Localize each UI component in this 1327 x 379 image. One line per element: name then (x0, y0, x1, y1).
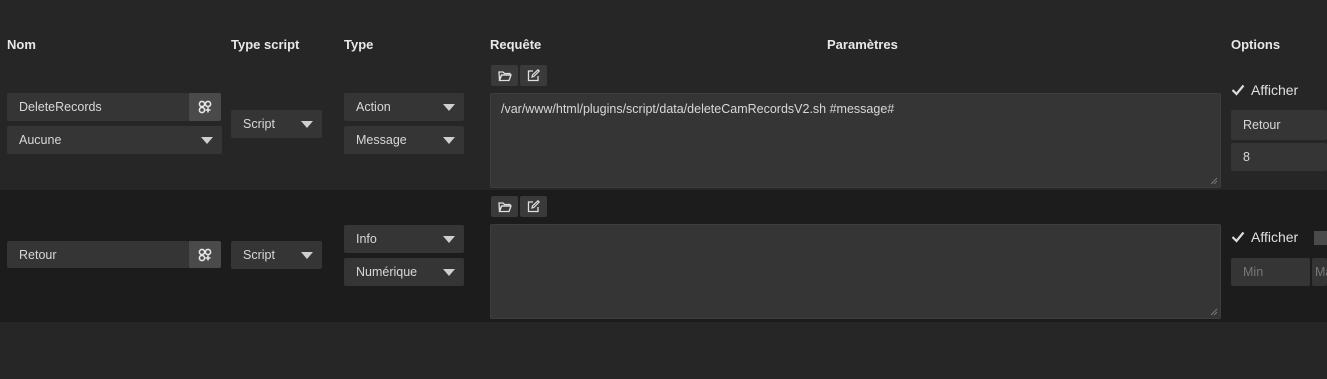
subtype-text: Numérique (356, 265, 418, 279)
request-textarea[interactable]: /var/www/html/plugins/script/data/delete… (490, 93, 1221, 188)
min-input[interactable]: Min (1231, 258, 1310, 286)
config-cog-icon (198, 100, 212, 114)
command-name-value: Retour (19, 247, 57, 262)
folder-open-icon (497, 70, 512, 81)
config-cog-icon (198, 248, 212, 261)
command-name-input[interactable]: Retour (7, 241, 189, 268)
header-type-script: Type script (231, 37, 300, 52)
subtype-text: Message (356, 133, 407, 147)
type-select[interactable]: Action (344, 93, 464, 121)
header-parametres: Paramètres (827, 37, 898, 52)
subtype-select[interactable]: Message (344, 126, 464, 154)
command-name-value: DeleteRecords (19, 100, 102, 114)
edit-icon (527, 200, 540, 213)
return-select[interactable]: Retour (1231, 110, 1327, 140)
command-name-input[interactable]: DeleteRecords (7, 93, 189, 121)
script-type-text: Script (243, 248, 275, 262)
value-select-text: Aucune (19, 133, 62, 147)
display-label: Afficher (1251, 229, 1299, 245)
browse-file-button[interactable] (491, 196, 518, 217)
value-select[interactable]: Aucune (7, 126, 222, 154)
display-checkbox[interactable]: Afficher (1231, 82, 1298, 98)
display-checkbox[interactable]: Afficher (1231, 229, 1298, 245)
min-placeholder: Min (1243, 265, 1264, 279)
max-input[interactable]: Max (1312, 258, 1327, 286)
script-type-select[interactable]: Script (231, 110, 322, 138)
type-text: Action (356, 100, 391, 114)
history-checkbox[interactable] (1314, 231, 1327, 245)
request-text: /var/www/html/plugins/script/data/delete… (501, 102, 895, 116)
resize-handle-icon[interactable] (1210, 177, 1218, 185)
display-label: Afficher (1251, 82, 1299, 98)
folder-open-icon (497, 201, 512, 212)
script-type-select[interactable]: Script (231, 241, 322, 269)
script-type-text: Script (243, 117, 275, 131)
resize-handle-icon[interactable] (1210, 308, 1218, 316)
request-textarea[interactable] (490, 224, 1221, 319)
browse-file-button[interactable] (491, 65, 518, 86)
return-value-input[interactable]: 8 (1231, 143, 1327, 171)
config-cog-button[interactable] (189, 241, 221, 268)
checkmark-icon (1231, 84, 1245, 96)
return-value-text: 8 (1243, 150, 1250, 164)
header-nom: Nom (7, 37, 36, 52)
type-text: Info (356, 232, 377, 246)
header-type: Type (344, 37, 374, 52)
table-footer-space (0, 322, 1327, 379)
return-select-text: Retour (1243, 118, 1281, 132)
subtype-select[interactable]: Numérique (344, 258, 464, 286)
max-placeholder: Max (1315, 265, 1327, 279)
type-select[interactable]: Info (344, 225, 464, 253)
edit-icon (527, 69, 540, 82)
edit-script-button[interactable] (520, 65, 547, 86)
edit-script-button[interactable] (520, 196, 547, 217)
config-cog-button[interactable] (189, 93, 221, 121)
header-options: Options (1231, 37, 1281, 52)
table-header (0, 0, 1327, 61)
header-requete: Requête (490, 37, 542, 52)
checkmark-icon (1231, 231, 1245, 243)
